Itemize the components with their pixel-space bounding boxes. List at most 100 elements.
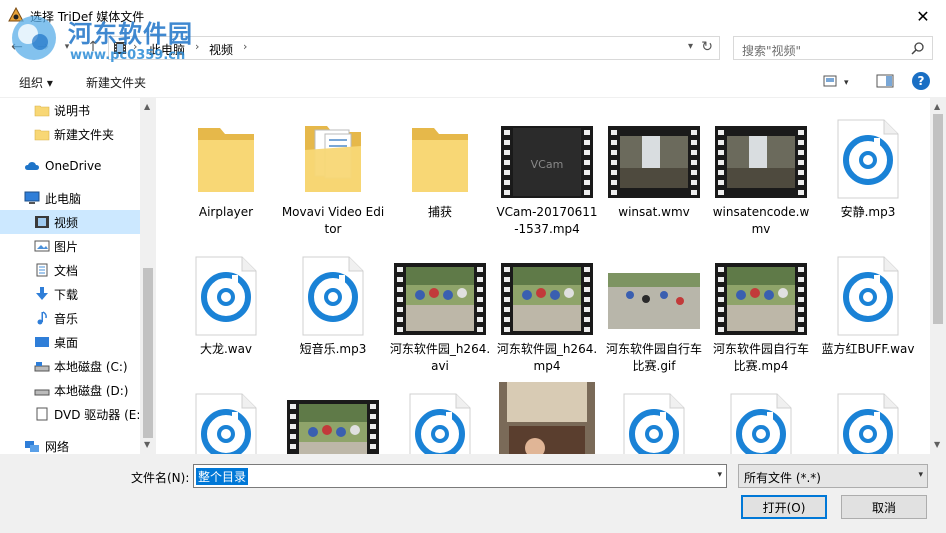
breadcrumb-this-pc[interactable]: 此电脑 (149, 41, 185, 58)
chevron-down-icon: ▾ (64, 42, 70, 52)
help-button[interactable]: ? (912, 72, 930, 90)
file-name: Movavi Video Editor (281, 205, 385, 236)
back-button[interactable]: ← (8, 38, 26, 56)
file-item[interactable] (816, 372, 920, 454)
file-item[interactable] (388, 372, 492, 454)
file-item[interactable] (709, 372, 813, 454)
file-item[interactable]: 河东软件园自行车比赛.gif (602, 235, 706, 373)
organize-menu-button[interactable]: 组织 ▾ (19, 74, 53, 91)
content-scrollbar[interactable]: ▲ ▼ (930, 98, 946, 454)
file-item[interactable]: winsat.wmv (602, 98, 706, 235)
view-options-button[interactable]: ▾ (822, 73, 852, 89)
sidebar-scroll-thumb[interactable] (143, 268, 153, 438)
sidebar-item-new-folder[interactable]: 新建文件夹 (0, 122, 140, 146)
computer-icon (24, 191, 40, 204)
sidebar-item-drive-c[interactable]: 本地磁盘 (C:) (0, 354, 140, 378)
file-name: winsatencode.wmv (712, 205, 810, 236)
breadcrumb-separator[interactable]: › (133, 40, 137, 53)
scroll-up-icon[interactable]: ▲ (144, 102, 150, 111)
scroll-down-icon[interactable]: ▼ (934, 440, 940, 449)
file-item[interactable] (602, 372, 706, 454)
refresh-icon[interactable]: ↻ (701, 39, 713, 55)
file-item[interactable]: winsatencode.wmv (709, 98, 813, 236)
sidebar-item-this-pc[interactable]: 此电脑 (0, 186, 140, 210)
folder-icon (34, 129, 50, 141)
new-folder-button[interactable]: 新建文件夹 (86, 74, 146, 91)
video-thumbnail (709, 245, 813, 341)
file-item[interactable]: 蓝方红BUFF.wav (816, 235, 920, 372)
video-icon (35, 216, 49, 228)
file-grid: Airplayer Movavi Video Editor 捕获 VCam VCam-2… (160, 98, 930, 454)
file-item[interactable] (495, 372, 599, 454)
file-item[interactable]: 短音乐.mp3 (281, 235, 385, 372)
recent-locations-button[interactable]: ▾ (58, 38, 76, 56)
navigation-bar: ← → ▾ ↑ › 此电脑 › 视频 › ▾ ↻ 搜索"视频" (0, 32, 946, 62)
open-button[interactable]: 打开(O) (741, 495, 827, 519)
file-item[interactable]: Airplayer (174, 98, 278, 235)
sidebar-item-label: OneDrive (45, 159, 102, 173)
svg-text:VCam: VCam (531, 158, 564, 171)
file-item[interactable] (281, 372, 385, 454)
sidebar-item-label: 说明书 (54, 103, 91, 118)
filetype-select[interactable]: 所有文件 (*.*) ▾ (738, 464, 928, 488)
cancel-button[interactable]: 取消 (841, 495, 927, 519)
search-icon (911, 42, 924, 55)
filetype-value: 所有文件 (*.*) (744, 471, 821, 485)
audio-file-icon (709, 382, 813, 454)
file-name: winsat.wmv (618, 205, 690, 219)
chevron-down-icon: ▾ (918, 470, 923, 480)
sidebar-item-network[interactable]: 网络 (0, 434, 140, 454)
search-input[interactable]: 搜索"视频" (742, 42, 801, 59)
folder-icon (281, 108, 385, 204)
sidebar-item-pictures[interactable]: 图片 (0, 234, 140, 258)
chevron-down-icon[interactable]: ▾ (717, 470, 722, 480)
file-item[interactable]: 大龙.wav (174, 235, 278, 372)
dvd-icon (36, 407, 48, 421)
breadcrumb-videos[interactable]: 视频 (209, 41, 233, 58)
sidebar-scrollbar[interactable]: ▲ ▼ (140, 98, 156, 454)
sidebar-item-manual[interactable]: 说明书 (0, 98, 140, 122)
preview-pane-button[interactable] (876, 73, 894, 89)
up-button[interactable]: ↑ (84, 38, 102, 56)
sidebar-item-label: 音乐 (54, 311, 79, 326)
sidebar-item-videos[interactable]: 视频 (0, 210, 140, 234)
content-scroll-thumb[interactable] (933, 114, 943, 324)
breadcrumb-separator[interactable]: › (195, 40, 199, 53)
dialog-footer: 文件名(N): 整个目录 ▾ 所有文件 (*.*) ▾ 打开(O) 取消 (0, 454, 946, 533)
sidebar-item-downloads[interactable]: 下载 (0, 282, 140, 306)
sidebar-item-documents[interactable]: 文档 (0, 258, 140, 282)
file-name: 大龙.wav (199, 342, 253, 356)
file-item[interactable]: 安静.mp3 (816, 98, 920, 235)
video-thumbnail (495, 245, 599, 341)
sidebar-item-onedrive[interactable]: OneDrive (0, 154, 140, 178)
file-item[interactable]: 河东软件园_h264.mp4 (495, 235, 599, 373)
sidebar-item-desktop[interactable]: 桌面 (0, 330, 140, 354)
sidebar-item-label: 桌面 (54, 335, 79, 350)
sidebar-item-drive-d[interactable]: 本地磁盘 (D:) (0, 378, 140, 402)
sidebar-item-label: 网络 (45, 439, 70, 454)
sidebar-item-music[interactable]: 音乐 (0, 306, 140, 330)
file-item[interactable]: 河东软件园_h264.avi (388, 235, 492, 373)
address-dropdown-icon[interactable]: ▾ (688, 41, 693, 52)
filename-value[interactable]: 整个目录 (196, 468, 249, 485)
file-item[interactable]: Movavi Video Editor (281, 98, 385, 236)
scroll-down-icon[interactable]: ▼ (144, 440, 150, 449)
address-bar[interactable]: › 此电脑 › 视频 › ▾ ↻ (108, 36, 720, 60)
file-item[interactable]: 河东软件园自行车比赛.mp4 (709, 235, 813, 373)
filename-field[interactable]: 整个目录 ▾ (193, 464, 727, 488)
drive-icon (34, 362, 50, 372)
close-button[interactable]: ✕ (900, 0, 946, 32)
sidebar-item-label: 文档 (54, 263, 79, 278)
file-item[interactable]: 捕获 (388, 98, 492, 235)
search-box[interactable]: 搜索"视频" (733, 36, 933, 60)
forward-button[interactable]: → (34, 38, 52, 56)
filename-label: 文件名(N): (131, 471, 190, 485)
audio-file-icon (388, 382, 492, 454)
sidebar-item-dvd-drive[interactable]: DVD 驱动器 (E: (0, 402, 140, 426)
sidebar-item-label: 图片 (54, 239, 79, 254)
breadcrumb-separator[interactable]: › (243, 40, 247, 53)
scroll-up-icon[interactable]: ▲ (934, 102, 940, 111)
file-item[interactable] (174, 372, 278, 454)
sidebar-item-label: 新建文件夹 (54, 127, 115, 142)
file-item[interactable]: VCam VCam-20170611-1537.mp4 (495, 98, 599, 236)
